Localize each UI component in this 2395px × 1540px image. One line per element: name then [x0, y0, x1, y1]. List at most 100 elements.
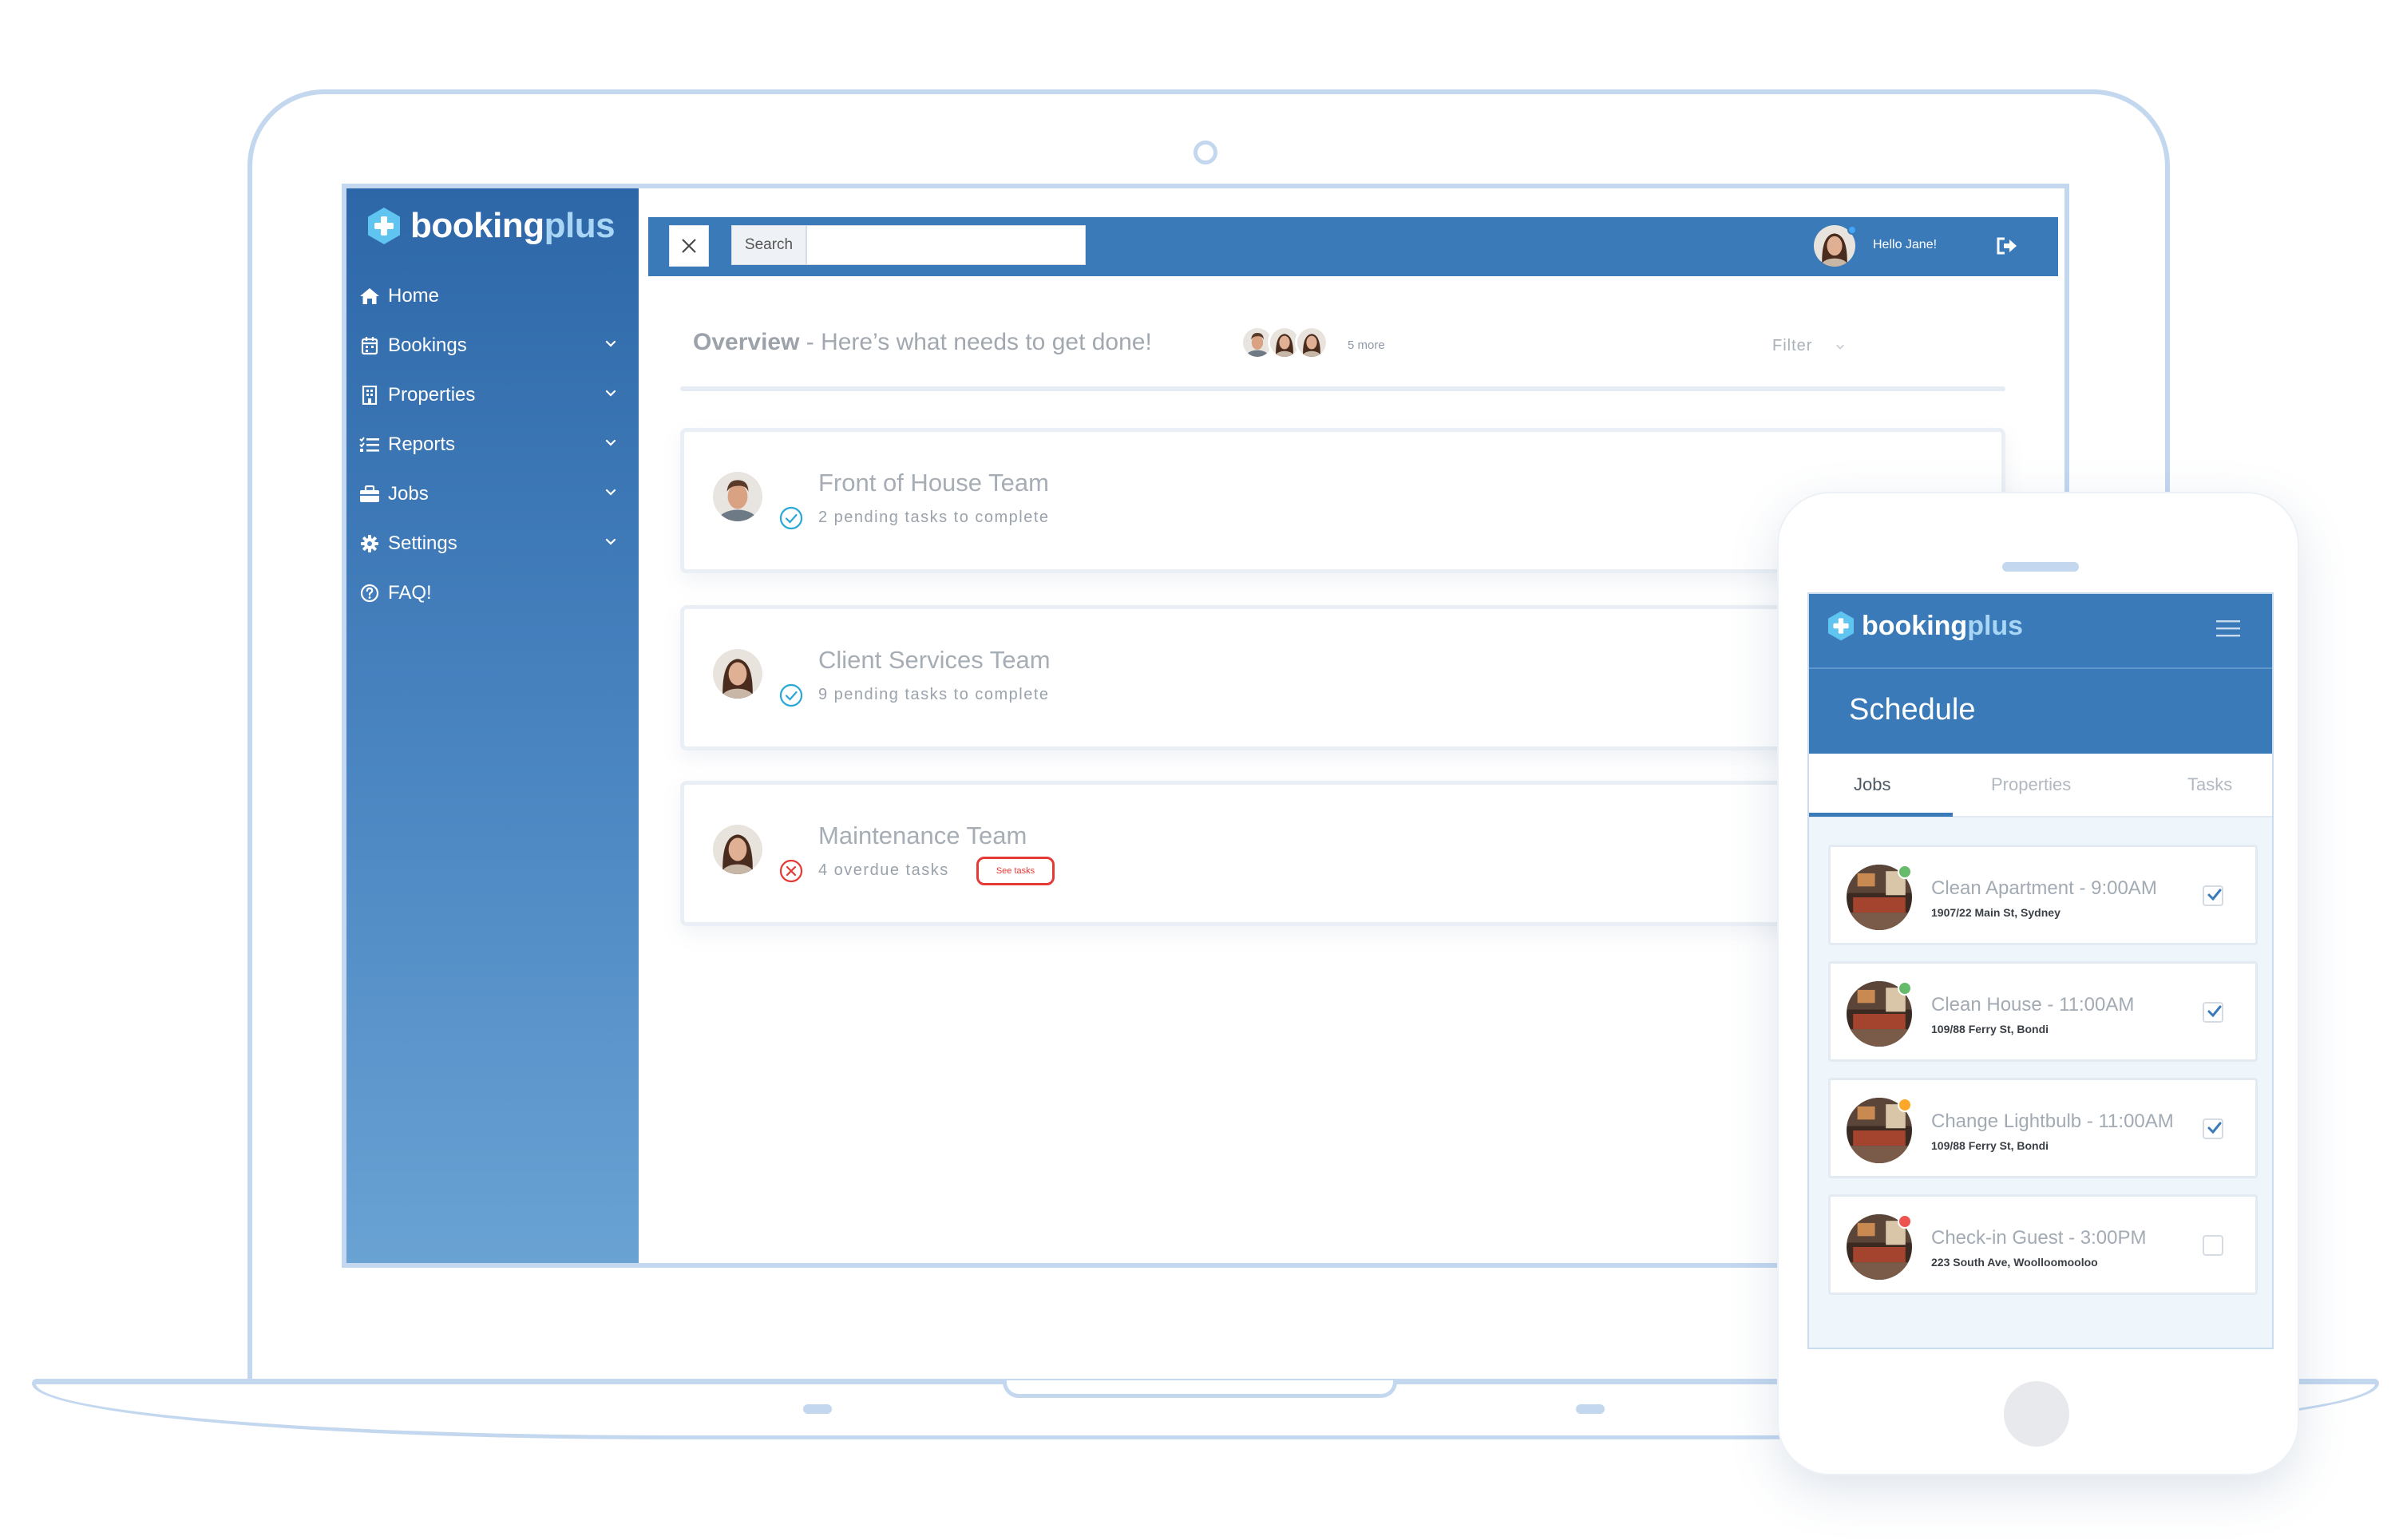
mobile-header: bookingplus Schedule [1809, 594, 2272, 754]
sidebar-item-jobs[interactable]: Jobs [358, 469, 629, 519]
brand-name: bookingplus [410, 206, 616, 245]
job-title: Clean House - 11:00AM [1931, 994, 2135, 1015]
sidebar: bookingplus Home Bookings Properties Rep… [346, 188, 639, 1263]
sidebar-item-home[interactable]: Home [358, 271, 629, 321]
sidebar-item-label: FAQ! [388, 582, 432, 604]
tab-jobs[interactable]: Jobs [1854, 774, 1890, 795]
phone-device: bookingplus Schedule Jobs Properties Tas… [1777, 492, 2299, 1475]
job-title: Clean Apartment - 9:00AM [1931, 877, 2157, 899]
check-circle-icon [778, 505, 804, 531]
briefcase-icon [358, 482, 382, 506]
sidebar-item-label: Reports [388, 433, 456, 455]
top-bar: Search Hello Jane! [648, 217, 2058, 276]
job-item[interactable]: Check-in Guest - 3:00PM 223 South Ave, W… [1828, 1194, 2258, 1295]
status-dot [1898, 1214, 1912, 1229]
sidebar-item-settings[interactable]: Settings [358, 519, 629, 568]
avatar [713, 825, 762, 874]
product-showcase: bookingplus Home Bookings Properties Rep… [0, 0, 2395, 1540]
status-dot [1898, 865, 1912, 879]
divider [680, 386, 2005, 391]
laptop-camera [1194, 141, 1217, 164]
job-checkbox[interactable] [2203, 1002, 2223, 1023]
list-icon [358, 433, 382, 457]
close-icon [682, 239, 696, 253]
avatar [1295, 326, 1328, 359]
gear-icon [358, 532, 382, 556]
checkmark-icon [2207, 1122, 2222, 1134]
sidebar-item-label: Home [388, 285, 440, 307]
job-address: 109/88 Ferry St, Bondi [1931, 1139, 2049, 1152]
sidebar-item-properties[interactable]: Properties [358, 370, 629, 420]
screen-title: Schedule [1849, 693, 1976, 726]
logo-icon [364, 206, 404, 246]
sidebar-item-label: Properties [388, 384, 476, 406]
chevron-down-icon[interactable] [604, 436, 618, 450]
team-name: Front of House Team [818, 469, 1049, 497]
job-title: Check-in Guest - 3:00PM [1931, 1227, 2147, 1249]
checkmark-icon [2207, 889, 2222, 901]
tab-tasks[interactable]: Tasks [2187, 774, 2232, 795]
avatar [713, 649, 762, 699]
active-tab-indicator [1809, 813, 1953, 817]
laptop-foot [1576, 1404, 1605, 1414]
job-checkbox[interactable] [2203, 1235, 2223, 1256]
sidebar-nav: Home Bookings Properties Reports Jobs Se… [358, 271, 629, 618]
filter-dropdown[interactable]: Filter [1772, 337, 1812, 355]
sidebar-item-reports[interactable]: Reports [358, 420, 629, 469]
sidebar-item-bookings[interactable]: Bookings [358, 321, 629, 370]
team-status-text: 9 pending tasks to complete [818, 686, 1050, 703]
x-circle-icon [778, 858, 804, 884]
sidebar-item-label: Jobs [388, 483, 429, 505]
home-icon [358, 284, 382, 308]
see-tasks-button[interactable]: See tasks [976, 857, 1055, 885]
laptop-foot [803, 1404, 832, 1414]
job-item[interactable]: Clean Apartment - 9:00AM 1907/22 Main St… [1828, 845, 2258, 945]
logo-icon [1825, 610, 1857, 642]
calendar-icon [358, 334, 382, 358]
job-checkbox[interactable] [2203, 1118, 2223, 1139]
job-item[interactable]: Change Lightbulb - 11:00AM 109/88 Ferry … [1828, 1078, 2258, 1178]
job-address: 109/88 Ferry St, Bondi [1931, 1023, 2049, 1035]
phone-speaker [2002, 562, 2079, 572]
search-label[interactable]: Search [731, 225, 806, 265]
chevron-down-icon[interactable] [604, 386, 618, 401]
close-button[interactable] [669, 225, 709, 267]
search-input[interactable] [806, 225, 1086, 265]
job-title: Change Lightbulb - 11:00AM [1931, 1110, 2174, 1132]
building-icon [358, 383, 382, 407]
team-status-text: 4 overdue tasks [818, 861, 949, 879]
brand-logo[interactable]: bookingplus [364, 206, 616, 246]
status-dot [1898, 981, 1912, 996]
check-circle-icon [778, 683, 804, 708]
mobile-tabs: Jobs Properties Tasks [1809, 754, 2272, 818]
greeting-text: Hello Jane! [1873, 238, 1938, 251]
more-members-link[interactable]: 5 more [1348, 338, 1385, 352]
laptop-notch [1003, 1380, 1397, 1398]
chevron-down-icon[interactable] [1835, 342, 1846, 353]
team-name: Maintenance Team [818, 821, 1027, 849]
team-avatars[interactable] [1241, 326, 1328, 359]
sign-out-icon [1997, 237, 2017, 255]
sidebar-item-faq[interactable]: FAQ! [358, 568, 629, 618]
hamburger-menu-icon[interactable] [2216, 620, 2240, 637]
question-circle-icon [358, 581, 382, 605]
phone-home-button[interactable] [2004, 1381, 2069, 1447]
brand-logo[interactable]: bookingplus [1825, 610, 2023, 642]
job-address: 223 South Ave, Woolloomooloo [1931, 1256, 2098, 1269]
team-status-text: 2 pending tasks to complete [818, 509, 1050, 526]
sidebar-item-label: Settings [388, 532, 457, 554]
chevron-down-icon[interactable] [604, 485, 618, 500]
job-item[interactable]: Clean House - 11:00AM 109/88 Ferry St, B… [1828, 961, 2258, 1062]
tab-properties[interactable]: Properties [1991, 774, 2071, 795]
chevron-down-icon[interactable] [604, 337, 618, 351]
checkmark-icon [2207, 1005, 2222, 1018]
avatar [713, 472, 762, 521]
chevron-down-icon[interactable] [604, 535, 618, 549]
job-address: 1907/22 Main St, Sydney [1931, 906, 2060, 919]
job-checkbox[interactable] [2203, 885, 2223, 906]
team-name: Client Services Team [818, 646, 1051, 674]
brand-name: bookingplus [1862, 610, 2024, 641]
phone-screen: bookingplus Schedule Jobs Properties Tas… [1807, 592, 2274, 1349]
page-title: Overview - Here’s what needs to get done… [693, 329, 1152, 355]
logout-button[interactable] [1996, 236, 2018, 255]
